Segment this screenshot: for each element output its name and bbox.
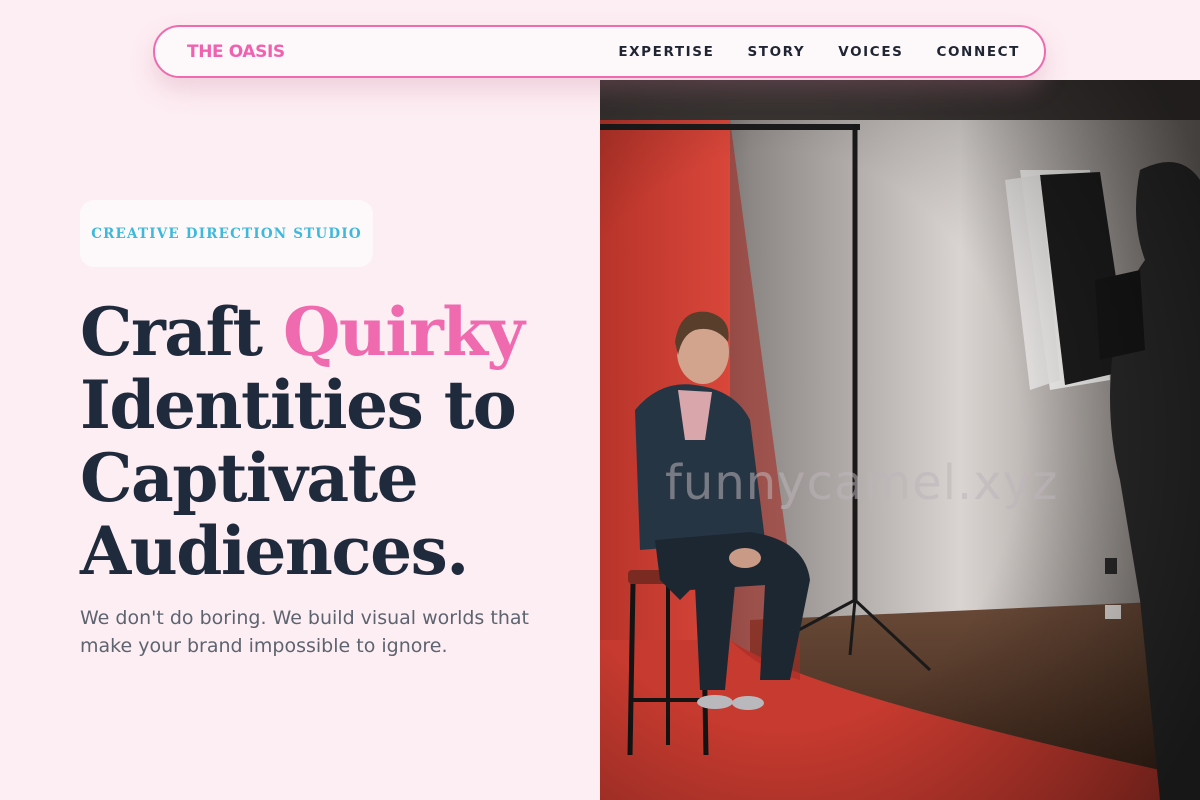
badge-text: CREATIVE DIRECTION STUDIO bbox=[91, 225, 362, 242]
watermark-text: funnycamel.xyz bbox=[665, 455, 1059, 511]
headline-line-3: Captivate bbox=[80, 439, 419, 517]
headline-line-1: Craft Quirky bbox=[80, 296, 590, 369]
headline-line-4: Audiences. bbox=[80, 512, 469, 590]
headline-accent: Quirky bbox=[282, 293, 525, 371]
logo[interactable]: THE OASIS bbox=[187, 42, 285, 62]
nav-link-story[interactable]: STORY bbox=[747, 44, 805, 60]
headline-line-2: Identities to bbox=[80, 366, 517, 444]
top-nav: THE OASIS EXPERTISE STORY VOICES CONNECT bbox=[153, 25, 1046, 78]
nav-link-voices[interactable]: VOICES bbox=[838, 44, 903, 60]
nav-link-expertise[interactable]: EXPERTISE bbox=[618, 44, 714, 60]
studio-badge: CREATIVE DIRECTION STUDIO bbox=[80, 200, 373, 267]
hero-photo bbox=[600, 80, 1200, 800]
studio-photo-illustration bbox=[600, 80, 1200, 800]
nav-link-connect[interactable]: CONNECT bbox=[936, 44, 1020, 60]
hero-subtitle: We don't do boring. We build visual worl… bbox=[80, 607, 529, 657]
headline-word-craft: Craft bbox=[80, 293, 263, 371]
nav-links: EXPERTISE STORY VOICES CONNECT bbox=[618, 44, 1020, 60]
hero-headline: Craft Quirky Identities to Captivate Aud… bbox=[80, 296, 590, 588]
